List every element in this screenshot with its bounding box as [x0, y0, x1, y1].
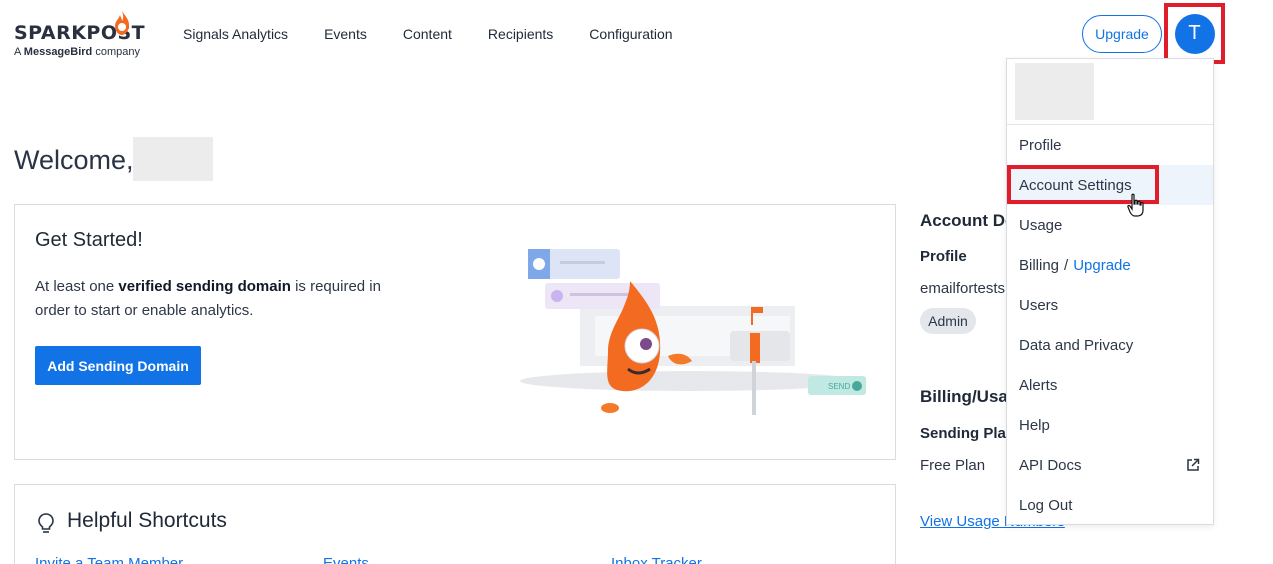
- events-shortcut-link[interactable]: Events: [323, 555, 369, 564]
- menu-item-help[interactable]: Help: [1007, 405, 1213, 445]
- redacted-account-info: [1015, 63, 1094, 120]
- menu-item-label: Data and Privacy: [1019, 336, 1134, 354]
- external-link-icon: [1187, 458, 1200, 471]
- helpful-shortcuts-title: Helpful Shortcuts: [67, 509, 227, 532]
- lightbulb-icon: [38, 513, 54, 533]
- description-text-bold: verified sending domain: [118, 278, 291, 295]
- nav-events[interactable]: Events: [324, 25, 367, 43]
- hand-pointer-cursor-icon: [1127, 193, 1144, 217]
- menu-item-log-out[interactable]: Log Out: [1007, 485, 1213, 525]
- flame-logo-icon: [115, 11, 129, 35]
- menu-item-data-and-privacy[interactable]: Data and Privacy: [1007, 325, 1213, 365]
- menu-item-label: Profile: [1019, 136, 1062, 154]
- welcome-heading: Welcome,: [14, 145, 134, 175]
- account-dropdown-menu: Profile Account Settings Usage Billing / U…: [1006, 58, 1214, 525]
- inbox-tracker-link[interactable]: Inbox Tracker: [611, 555, 702, 564]
- menu-item-label: Usage: [1019, 216, 1063, 234]
- menu-item-label: Log Out: [1019, 496, 1073, 514]
- menu-item-account-settings[interactable]: Account Settings: [1007, 165, 1213, 205]
- profile-label: Profile: [920, 248, 967, 265]
- helpful-shortcuts-card: Helpful Shortcuts Invite a Team Member E…: [14, 484, 896, 564]
- account-email: emailfortests: [920, 280, 1006, 297]
- sending-plan-value: Free Plan: [920, 457, 986, 474]
- main-nav: Signals Analytics Events Content Recipie…: [183, 25, 709, 43]
- tagline-brand: MessageBird: [23, 46, 93, 58]
- menu-item-users[interactable]: Users: [1007, 285, 1213, 325]
- menu-item-label: API Docs: [1019, 456, 1082, 474]
- tagline-suffix: company: [95, 46, 140, 58]
- invite-team-member-link[interactable]: Invite a Team Member: [35, 555, 183, 564]
- nav-configuration[interactable]: Configuration: [589, 25, 672, 43]
- avatar-highlight-box: T: [1164, 3, 1225, 64]
- menu-upgrade-link[interactable]: Upgrade: [1073, 257, 1131, 274]
- upgrade-button[interactable]: Upgrade: [1082, 15, 1162, 53]
- get-started-description: At least one verified sending domain is …: [35, 275, 415, 323]
- menu-item-billing[interactable]: Billing / Upgrade: [1007, 245, 1213, 285]
- menu-item-usage[interactable]: Usage: [1007, 205, 1213, 245]
- menu-item-label: Alerts: [1019, 376, 1058, 394]
- menu-item-label: Help: [1019, 416, 1050, 434]
- menu-item-profile[interactable]: Profile: [1007, 125, 1213, 165]
- sending-plan-label: Sending Plan: [920, 425, 1016, 442]
- menu-item-alerts[interactable]: Alerts: [1007, 365, 1213, 405]
- logo-tagline: A MessageBird company: [14, 46, 140, 58]
- mascot-mailbox-illustration: SEND: [520, 249, 866, 415]
- menu-item-label: Users: [1019, 296, 1059, 314]
- menu-item-label: Account Settings: [1019, 176, 1132, 194]
- get-started-card: Get Started! At least one verified sendi…: [14, 204, 896, 460]
- sparkpost-logo[interactable]: SPARKPOST A MessageBird company: [14, 10, 154, 62]
- menu-item-label: Billing: [1019, 256, 1060, 274]
- menu-item-api-docs[interactable]: API Docs: [1007, 445, 1213, 485]
- illustration-send-label: SEND: [828, 382, 850, 391]
- nav-content[interactable]: Content: [403, 25, 452, 43]
- menu-separator: /: [1064, 256, 1069, 274]
- nav-signals-analytics[interactable]: Signals Analytics: [183, 25, 288, 43]
- avatar-button[interactable]: T: [1174, 13, 1215, 54]
- redacted-username: [133, 137, 213, 181]
- description-text-start: At least one: [35, 278, 119, 295]
- tagline-prefix: A: [14, 46, 21, 58]
- admin-role-badge: Admin: [920, 308, 976, 334]
- add-sending-domain-button[interactable]: Add Sending Domain: [35, 346, 201, 385]
- nav-recipients[interactable]: Recipients: [488, 25, 553, 43]
- get-started-title: Get Started!: [35, 229, 143, 251]
